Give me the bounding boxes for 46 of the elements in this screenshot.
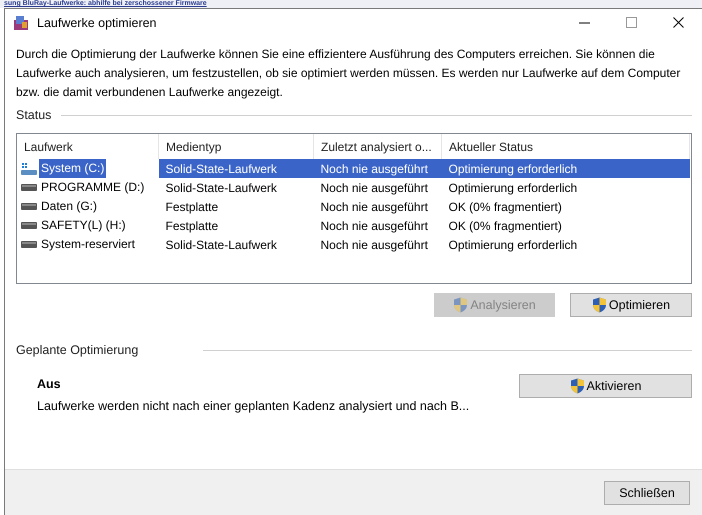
table-cell-text: Solid-State-Laufwerk [164,236,278,254]
table-cell: System (C:) [39,159,106,178]
optimize-button[interactable]: Optimieren [570,293,692,317]
close-button[interactable]: Schließen [604,480,690,504]
table-cell: Noch nie ausgeführt [314,178,442,197]
table-cell-text: System-reserviert [40,236,136,253]
drive-row[interactable]: Daten (G:) Festplatte Noch nie ausgeführt OK (0% fragmentiert) [17,197,690,216]
table-cell-text: Noch nie ausgeführt [320,236,429,254]
schedule-state: Aus [37,377,62,391]
table-cell-text: PROGRAMME (D:) [40,179,146,196]
section-heading: Status [16,108,52,122]
section-heading: Geplante Optimierung [16,343,138,357]
table-cell-text: Noch nie ausgeführt [320,198,429,216]
table-cell-text: SAFETY(L) (H:) [40,217,127,234]
drive-row[interactable]: PROGRAMME (D:) Solid-State-Laufwerk Noch nie ausgeführt Optimierung erforderlich [17,178,690,197]
window-title: Laufwerke optimieren [37,16,157,30]
schedule-description: Laufwerke werden nicht nach einer geplanten Kadenz analysiert und nach B... [37,399,470,413]
drive-icon [21,222,37,229]
drive-row[interactable]: System-reserviert Solid-State-Laufwerk Noch nie ausgeführt Optimierung erforderlich [17,235,690,254]
table-cell: Solid-State-Laufwerk [158,159,314,178]
table-cell-text: Daten (G:) [40,198,98,215]
drive-icon [21,203,37,210]
activate-button[interactable]: Aktivieren [519,374,692,398]
drive-icon [21,184,37,191]
shield-icon [453,297,468,313]
table-cell: Solid-State-Laufwerk [158,178,314,197]
table-cell-text: Festplatte [164,218,220,234]
close-icon[interactable] [673,17,684,28]
minimize-icon[interactable] [579,22,590,24]
table-cell-text: Festplatte [164,198,220,216]
shield-icon [592,297,607,313]
table-cell: Noch nie ausgeführt [314,159,442,178]
drive-icon [21,241,37,248]
drive-row[interactable]: System (C:) Solid-State-Laufwerk Noch nie ausgeführt Optimierung erforderlich [17,159,690,178]
table-cell-text: Noch nie ausgeführt [320,218,429,234]
shield-icon [570,378,585,394]
table-cell-text: Optimierung erforderlich [448,236,578,254]
system-drive-icon [21,162,37,174]
table-cell-text: OK (0% fragmentiert) [448,218,563,234]
intro-text: Durch die Optimierung der Laufwerke können Sie eine effizientere Ausführung des Computers erreichen. Sie können die Laufwerke auch analysieren, um festzustellen, ob sie optimiert werden müssen. Es werden nur Laufwerke auf dem Computer bzw. die damit verbundenen Laufwerke angezeigt. [16,46,682,101]
app-icon [13,14,29,30]
table-cell: Optimierung erforderlich [442,159,690,178]
table-cell-text: OK (0% fragmentiert) [448,198,563,216]
maximize-icon[interactable] [626,17,637,28]
table-cell: Optimierung erforderlich [442,178,690,197]
drive-row[interactable]: SAFETY(L) (H:) Festplatte Noch nie ausgeführt OK (0% fragmentiert) [17,216,690,235]
